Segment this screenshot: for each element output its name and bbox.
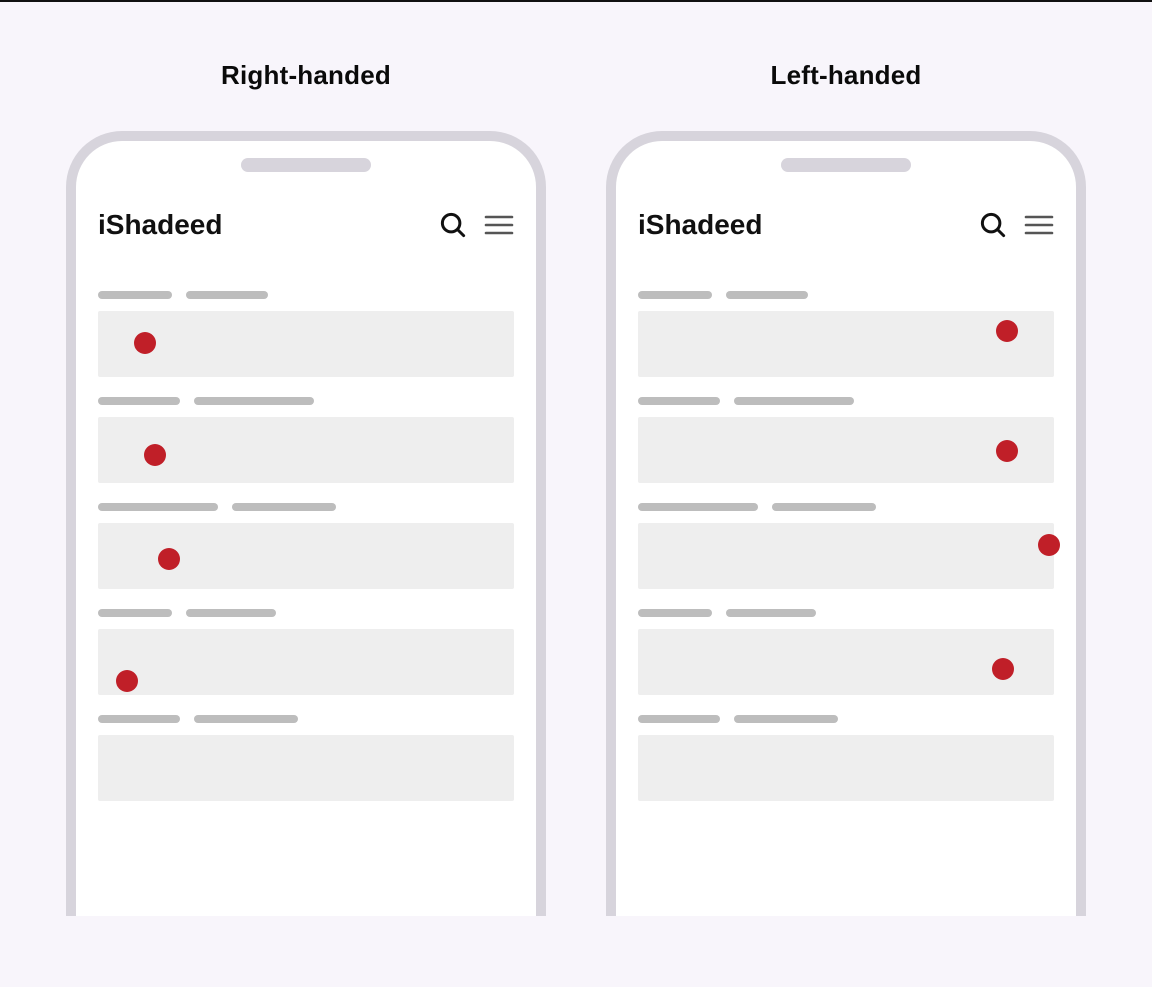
column-left-handed: Left-handed iShadeed bbox=[606, 60, 1086, 987]
list-item bbox=[616, 291, 1076, 377]
touch-dot bbox=[996, 440, 1018, 462]
list-item bbox=[76, 609, 536, 695]
card[interactable] bbox=[638, 629, 1054, 695]
touch-dot bbox=[158, 548, 180, 570]
touch-dot bbox=[116, 670, 138, 692]
skeleton-bars bbox=[98, 609, 514, 617]
card[interactable] bbox=[98, 523, 514, 589]
title-left-handed: Left-handed bbox=[771, 60, 922, 91]
skeleton-bars bbox=[638, 609, 1054, 617]
card[interactable] bbox=[638, 523, 1054, 589]
header-actions bbox=[438, 210, 514, 240]
card[interactable] bbox=[638, 311, 1054, 377]
list-item bbox=[616, 715, 1076, 801]
content-body bbox=[76, 271, 536, 916]
hamburger-menu-icon[interactable] bbox=[1024, 213, 1054, 237]
list-item bbox=[76, 503, 536, 589]
content-body bbox=[616, 271, 1076, 916]
card[interactable] bbox=[638, 417, 1054, 483]
skeleton-bars bbox=[98, 397, 514, 405]
skeleton-bars bbox=[638, 715, 1054, 723]
list-item bbox=[76, 715, 536, 801]
touch-dot bbox=[992, 658, 1014, 680]
phone-notch bbox=[781, 158, 911, 172]
card[interactable] bbox=[638, 735, 1054, 801]
brand-label: iShadeed bbox=[638, 209, 762, 241]
search-icon[interactable] bbox=[438, 210, 468, 240]
phone-right-handed: iShadeed bbox=[66, 131, 546, 916]
brand-label: iShadeed bbox=[98, 209, 222, 241]
card[interactable] bbox=[98, 311, 514, 377]
app-header: iShadeed bbox=[98, 203, 514, 247]
list-item bbox=[616, 397, 1076, 483]
list-item bbox=[76, 291, 536, 377]
title-right-handed: Right-handed bbox=[221, 60, 391, 91]
search-icon[interactable] bbox=[978, 210, 1008, 240]
card[interactable] bbox=[98, 735, 514, 801]
skeleton-bars bbox=[638, 397, 1054, 405]
phone-notch bbox=[241, 158, 371, 172]
touch-dot bbox=[144, 444, 166, 466]
app-header: iShadeed bbox=[638, 203, 1054, 247]
list-item bbox=[616, 609, 1076, 695]
column-right-handed: Right-handed iShadeed bbox=[66, 60, 546, 987]
skeleton-bars bbox=[638, 503, 1054, 511]
skeleton-bars bbox=[98, 503, 514, 511]
list-item bbox=[76, 397, 536, 483]
diagram-stage: Right-handed iShadeed bbox=[0, 0, 1152, 987]
list-item bbox=[616, 503, 1076, 589]
phone-left-handed: iShadeed bbox=[606, 131, 1086, 916]
touch-dot bbox=[996, 320, 1018, 342]
touch-dot bbox=[134, 332, 156, 354]
skeleton-bars bbox=[98, 715, 514, 723]
header-actions bbox=[978, 210, 1054, 240]
top-rule bbox=[0, 0, 1152, 2]
hamburger-menu-icon[interactable] bbox=[484, 213, 514, 237]
skeleton-bars bbox=[638, 291, 1054, 299]
skeleton-bars bbox=[98, 291, 514, 299]
touch-dot bbox=[1038, 534, 1060, 556]
card[interactable] bbox=[98, 417, 514, 483]
card[interactable] bbox=[98, 629, 514, 695]
